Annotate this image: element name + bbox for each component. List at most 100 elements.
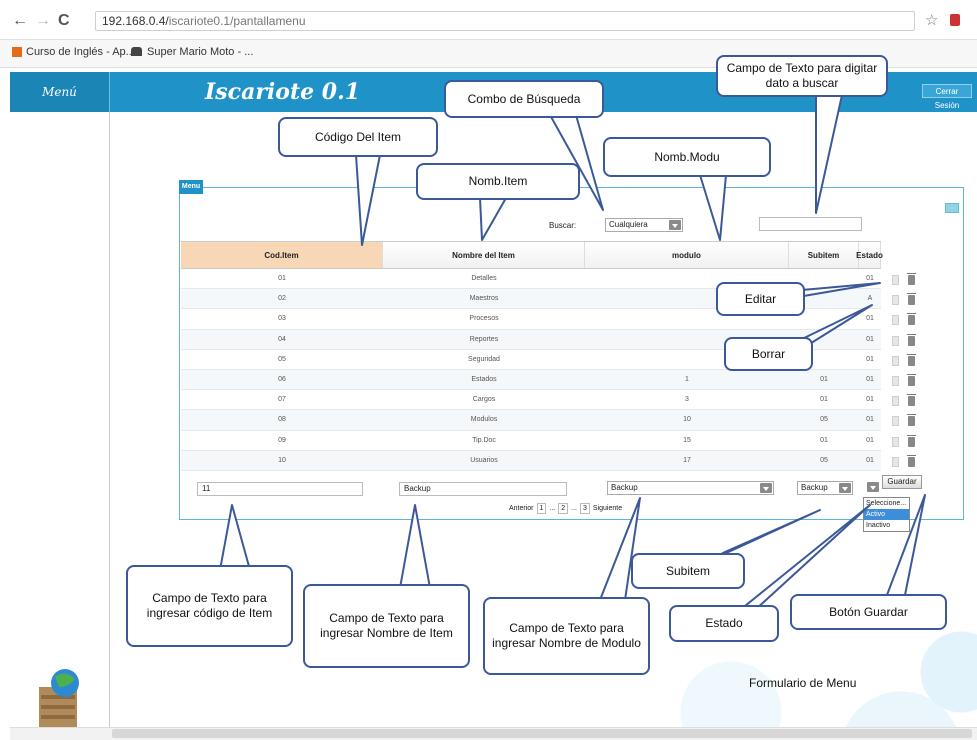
panel-tab: Menu xyxy=(179,180,203,194)
subitem-select-value: Backup xyxy=(801,483,828,492)
bookmark-favicon-icon xyxy=(131,47,142,56)
callout-borrar: Borrar xyxy=(724,337,813,371)
trash-icon[interactable] xyxy=(907,333,916,346)
trash-icon[interactable] xyxy=(907,394,916,407)
cell-estado: 01 xyxy=(866,436,874,444)
callout-campo-buscar: Campo de Texto para digitar dato a busca… xyxy=(716,55,888,97)
cell-estado: 01 xyxy=(866,376,874,384)
edit-icon[interactable] xyxy=(892,295,899,306)
trash-icon[interactable] xyxy=(907,434,916,447)
forward-icon[interactable]: → xyxy=(35,12,51,30)
status-dropdown: Seleccione... Activo Inactivo xyxy=(863,497,910,532)
left-sidebar xyxy=(10,112,110,727)
cell-nombre-item: Tip.Doc xyxy=(472,436,496,444)
search-combo[interactable]: Cualquiera xyxy=(605,218,683,232)
logout-button[interactable]: Cerrar Sesión xyxy=(922,84,972,110)
status-option[interactable]: Inactivo xyxy=(864,520,909,531)
figure-caption: Formulario de Menu xyxy=(749,676,857,690)
status-option[interactable]: Seleccione... xyxy=(864,498,909,509)
callout-nomb-item: Nomb.Item xyxy=(416,163,580,200)
extension-icon[interactable] xyxy=(950,14,960,26)
edit-icon[interactable] xyxy=(892,355,899,366)
pager-page[interactable]: 1 xyxy=(536,503,547,514)
item-name-field[interactable]: Backup xyxy=(399,482,567,496)
app-title: Iscariote 0.1 xyxy=(205,79,361,105)
back-icon[interactable]: ← xyxy=(12,12,28,30)
bookmark-ingles[interactable]: Curso de Inglés - Ap... xyxy=(26,46,135,58)
trash-icon[interactable] xyxy=(907,414,916,427)
col-cod-item[interactable]: Cod.Item xyxy=(181,242,383,268)
cell-cod-item: 01 xyxy=(278,275,286,283)
cell-cod-item: 03 xyxy=(278,315,286,323)
save-button[interactable]: Guardar xyxy=(882,475,922,489)
table-row[interactable]: 09 Tip.Doc 15 01 01 xyxy=(181,431,881,451)
cell-estado: 01 xyxy=(866,456,874,464)
cell-nombre-item: Modulos xyxy=(470,416,498,424)
trash-icon[interactable] xyxy=(907,273,916,285)
edit-icon[interactable] xyxy=(892,335,899,346)
edit-icon[interactable] xyxy=(892,376,899,386)
pager-ellipsis: ... xyxy=(549,505,556,512)
pager-next[interactable]: Siguiente xyxy=(593,505,622,512)
cell-modulo: 10 xyxy=(683,416,691,424)
table-row[interactable]: 07 Cargos 3 01 01 xyxy=(181,390,881,411)
callout-campo-nombre: Campo de Texto para ingresar Nombre de I… xyxy=(303,584,470,668)
callout-guardar: Botón Guardar xyxy=(790,594,947,630)
cell-cod-item: 05 xyxy=(278,355,286,363)
callout-subitem: Subitem xyxy=(631,553,745,589)
module-select-value: Backup xyxy=(611,483,638,492)
callout-campo-modulo: Campo de Texto para ingresar Nombre de M… xyxy=(483,597,650,675)
database-logo-icon xyxy=(39,669,79,727)
code-field[interactable]: 11 xyxy=(197,482,363,496)
edit-icon[interactable] xyxy=(892,315,899,326)
url-path: iscariote0.1/pantallamenu xyxy=(168,14,306,28)
table-row[interactable]: 06 Estados 1 01 01 xyxy=(181,369,881,391)
cell-nombre-item: Procesos xyxy=(469,315,499,323)
search-combo-value: Cualquiera xyxy=(609,220,648,229)
trash-icon[interactable] xyxy=(907,454,916,467)
cell-subitem: 01 xyxy=(820,396,828,404)
col-subitem[interactable]: Subitem xyxy=(789,242,859,268)
pager-page[interactable]: 3 xyxy=(580,503,590,514)
status-select[interactable] xyxy=(862,481,880,495)
callout-estado: Estado xyxy=(669,605,779,642)
pager-page[interactable]: 2 xyxy=(558,503,569,514)
cell-cod-item: 09 xyxy=(278,436,286,444)
address-bar[interactable]: 192.168.0.4/iscariote0.1/pantallamenu xyxy=(95,11,915,31)
trash-icon[interactable] xyxy=(907,353,916,366)
table-row[interactable]: 10 Usuarios 17 05 01 xyxy=(181,450,881,471)
bookmark-mario[interactable]: Super Mario Moto - ... xyxy=(147,46,253,58)
edit-icon[interactable] xyxy=(892,275,899,285)
panel-close-icon[interactable] xyxy=(945,203,959,213)
status-option-selected[interactable]: Activo xyxy=(864,509,909,520)
url-host: 192.168.0.4/ xyxy=(102,14,169,28)
star-icon[interactable]: ☆ xyxy=(925,11,938,29)
table-row[interactable]: 08 Modulos 10 05 01 xyxy=(181,410,881,431)
menu-toggle[interactable]: Menú xyxy=(10,72,110,112)
col-modulo[interactable]: modulo xyxy=(585,242,789,268)
cell-modulo: 17 xyxy=(683,456,691,464)
edit-icon[interactable] xyxy=(892,456,899,467)
module-select[interactable]: Backup xyxy=(607,481,774,495)
cell-nombre-item: Reportes xyxy=(469,335,499,343)
cell-estado: 01 xyxy=(866,315,874,323)
trash-icon[interactable] xyxy=(907,293,916,306)
reload-icon[interactable]: C xyxy=(58,12,70,30)
trash-icon[interactable] xyxy=(907,313,916,326)
edit-icon[interactable] xyxy=(892,436,899,447)
pager-prev[interactable]: Anterior xyxy=(509,505,534,512)
search-input[interactable] xyxy=(759,217,862,231)
callout-combo: Combo de Búsqueda xyxy=(444,80,604,118)
cell-cod-item: 02 xyxy=(278,295,286,303)
scrollbar-thumb[interactable] xyxy=(112,729,972,738)
cell-estado: 01 xyxy=(866,355,874,363)
subitem-select[interactable]: Backup xyxy=(797,481,853,495)
col-nombre-item[interactable]: Nombre del Item xyxy=(383,242,585,268)
trash-icon[interactable] xyxy=(907,374,916,386)
edit-icon[interactable] xyxy=(892,396,899,407)
cell-nombre-item: Seguridad xyxy=(468,355,500,363)
edit-icon[interactable] xyxy=(892,416,899,427)
col-estado[interactable]: Estado xyxy=(856,242,883,268)
bookmark-favicon-icon xyxy=(12,47,22,57)
cell-cod-item: 08 xyxy=(278,416,286,424)
